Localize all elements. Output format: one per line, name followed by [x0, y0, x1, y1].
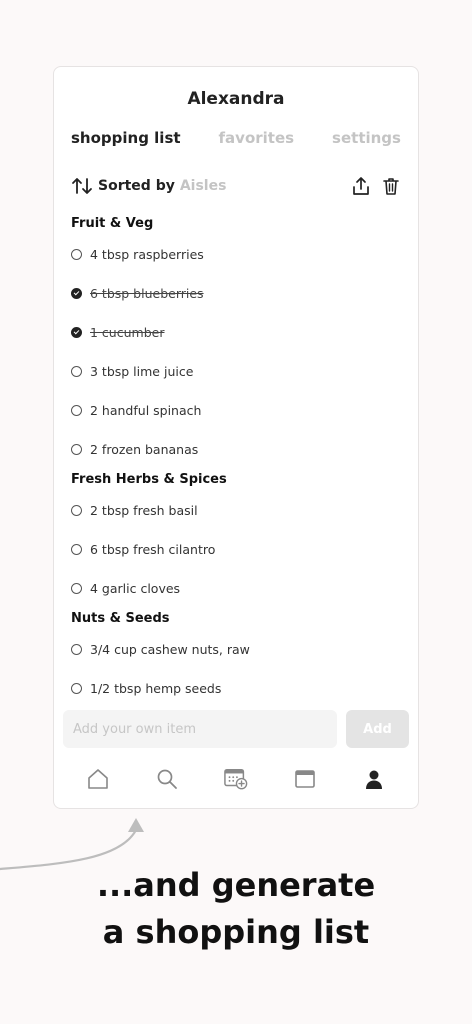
add-item-input[interactable]: [63, 710, 337, 748]
item-label: 2 handful spinach: [90, 403, 202, 418]
check-circle-icon[interactable]: [71, 249, 82, 260]
list-item[interactable]: 2 tbsp fresh basil: [71, 491, 401, 530]
list-item[interactable]: 3/4 cup cashew nuts, raw: [71, 630, 401, 669]
calendar-add-icon[interactable]: [224, 767, 248, 791]
check-circle-icon[interactable]: [71, 327, 82, 338]
check-circle-icon[interactable]: [71, 544, 82, 555]
check-circle-icon[interactable]: [71, 583, 82, 594]
list-item[interactable]: 2 frozen bananas: [71, 430, 401, 469]
item-label: 2 tbsp fresh basil: [90, 503, 198, 518]
user-name: Alexandra: [187, 89, 285, 109]
list-item[interactable]: 2 handful spinach: [71, 391, 401, 430]
sort-label: Sorted by: [98, 178, 175, 194]
home-icon[interactable]: [86, 767, 110, 791]
check-circle-icon[interactable]: [71, 683, 82, 694]
marketing-caption: ...and generate a shopping list: [0, 862, 472, 956]
list-item[interactable]: 6 tbsp blueberries: [71, 274, 401, 313]
caption-line-1: ...and generate: [96, 866, 376, 904]
list-actions: [351, 176, 401, 196]
add-item-row: Add: [63, 710, 409, 748]
caption-line-2: a shopping list: [102, 913, 370, 951]
add-button[interactable]: Add: [346, 710, 409, 748]
item-label: 1/2 tbsp hemp seeds: [90, 681, 222, 696]
check-circle-icon[interactable]: [71, 505, 82, 516]
check-circle-icon[interactable]: [71, 366, 82, 377]
section-title: Fruit & Veg: [71, 216, 154, 231]
check-circle-icon[interactable]: [71, 288, 82, 299]
list-item[interactable]: 1 cucumber: [71, 313, 401, 352]
section-title: Fresh Herbs & Spices: [71, 472, 227, 487]
tab-favorites[interactable]: favorites: [219, 129, 295, 147]
list-item[interactable]: 4 tbsp raspberries: [71, 235, 401, 274]
list-item[interactable]: 4 garlic cloves: [71, 569, 401, 608]
item-label: 6 tbsp fresh cilantro: [90, 542, 216, 557]
item-label: 4 garlic cloves: [90, 581, 181, 596]
list-item[interactable]: 3 tbsp lime juice: [71, 352, 401, 391]
item-label: 6 tbsp blueberries: [90, 286, 204, 301]
bottom-nav: [54, 764, 418, 794]
share-icon[interactable]: [351, 176, 371, 196]
search-icon[interactable]: [155, 767, 179, 791]
check-circle-icon[interactable]: [71, 405, 82, 416]
check-circle-icon[interactable]: [71, 644, 82, 655]
tab-bar: shopping list favorites settings: [71, 129, 401, 147]
window-icon[interactable]: [293, 767, 317, 791]
list-item[interactable]: 6 tbsp fresh cilantro: [71, 530, 401, 569]
tab-settings[interactable]: settings: [332, 129, 401, 147]
sort-arrows-icon[interactable]: [71, 176, 93, 196]
tab-shopping-list[interactable]: shopping list: [71, 129, 181, 147]
item-label: 3 tbsp lime juice: [90, 364, 194, 379]
check-circle-icon[interactable]: [71, 444, 82, 455]
item-label: 3/4 cup cashew nuts, raw: [90, 642, 250, 657]
trash-icon[interactable]: [381, 176, 401, 196]
shopping-list: Fruit & Veg 4 tbsp raspberries 6 tbsp bl…: [71, 213, 401, 703]
profile-icon[interactable]: [362, 767, 386, 791]
item-label: 1 cucumber: [90, 325, 165, 340]
app-screen: Alexandra shopping list favorites settin…: [53, 66, 419, 809]
item-label: 2 frozen bananas: [90, 442, 199, 457]
list-item[interactable]: 1/2 tbsp hemp seeds: [71, 669, 401, 703]
section-title: Nuts & Seeds: [71, 611, 170, 626]
item-label: 4 tbsp raspberries: [90, 247, 204, 262]
sort-row: Sorted by Aisles: [71, 175, 401, 197]
sort-value[interactable]: Aisles: [180, 178, 227, 194]
